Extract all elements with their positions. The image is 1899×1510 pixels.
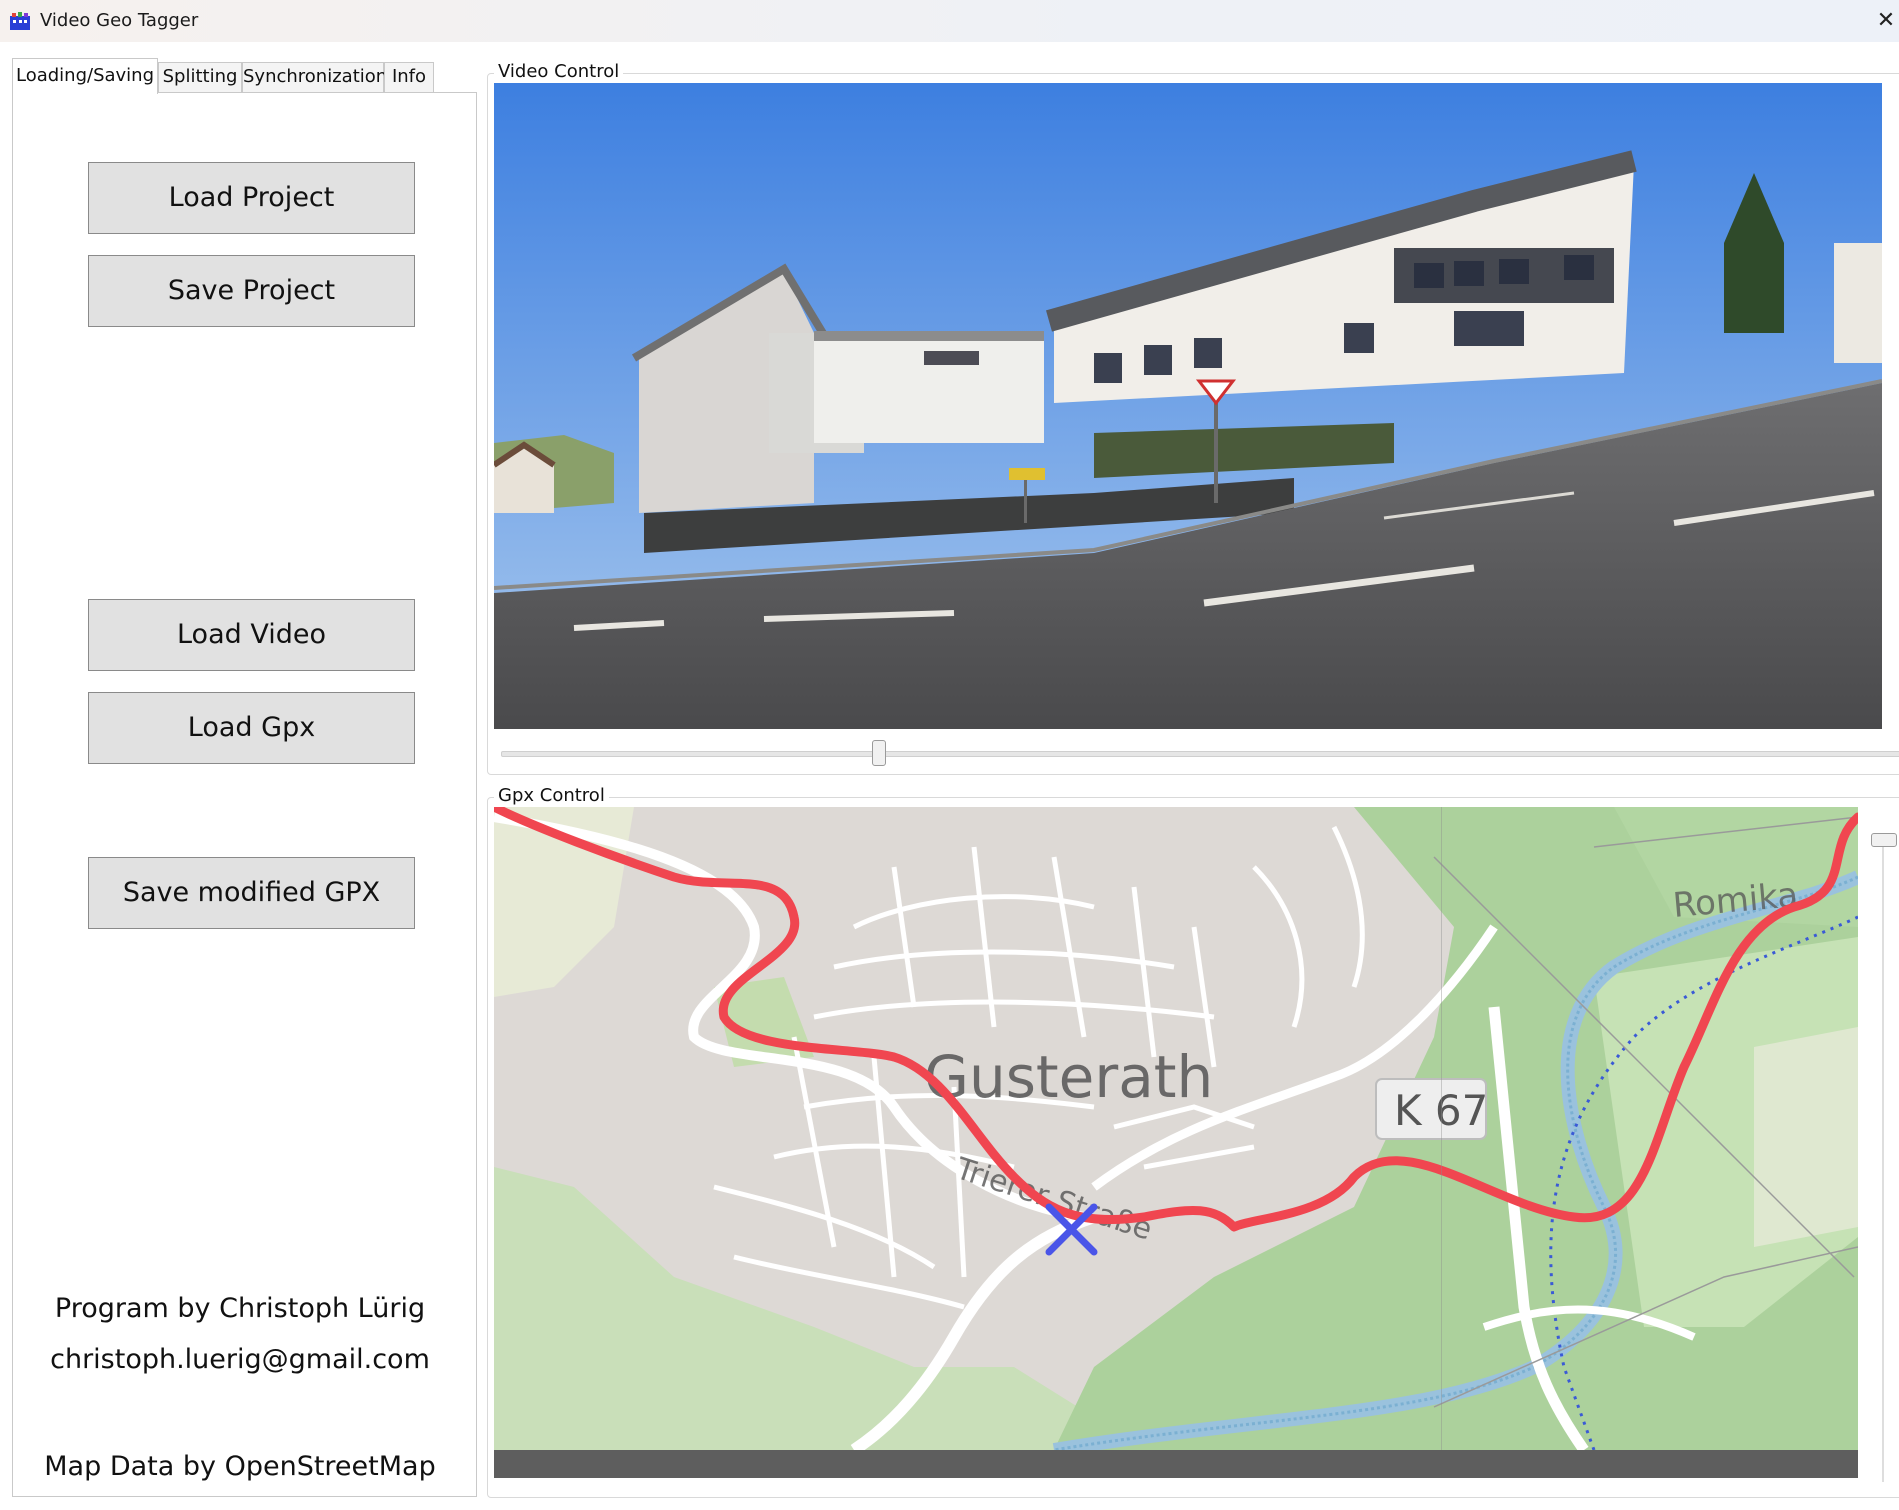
zoom-slider-track[interactable] xyxy=(1882,842,1884,1482)
tab-info[interactable]: Info xyxy=(384,62,434,92)
map-town-label: Gusterath xyxy=(924,1043,1213,1111)
app-icon xyxy=(10,12,30,30)
video-slider-thumb[interactable] xyxy=(872,740,886,766)
video-position-slider[interactable] xyxy=(501,751,1899,757)
window-title: Video Geo Tagger xyxy=(40,10,199,31)
load-gpx-button[interactable]: Load Gpx xyxy=(88,692,415,764)
load-project-button[interactable]: Load Project xyxy=(88,162,415,234)
map-bottom-bar xyxy=(494,1450,1858,1478)
map-data-credit: Map Data by OpenStreetMap xyxy=(44,1451,436,1482)
video-control-label: Video Control xyxy=(494,61,624,82)
author-email: christoph.luerig@gmail.com xyxy=(50,1344,430,1375)
close-icon[interactable]: ✕ xyxy=(1873,0,1899,42)
gpx-control-label: Gpx Control xyxy=(494,785,609,806)
load-video-button[interactable]: Load Video xyxy=(88,599,415,671)
tab-loading-saving[interactable]: Loading/Saving xyxy=(12,58,158,94)
gpx-map[interactable]: Gusterath Trierer Straße K 67 Romika xyxy=(494,807,1858,1450)
save-modified-gpx-button[interactable]: Save modified GPX xyxy=(88,857,415,929)
video-scene xyxy=(494,83,1882,729)
tab-synchronization[interactable]: Synchronization xyxy=(242,62,387,92)
tab-splitting[interactable]: Splitting xyxy=(158,62,242,92)
loading-saving-panel: Load Project Save Project Load Video Loa… xyxy=(12,92,477,1497)
zoom-slider-thumb[interactable] xyxy=(1871,833,1897,847)
title-bar: Video Geo Tagger ✕ xyxy=(0,0,1899,42)
video-frame xyxy=(494,83,1882,729)
save-project-button[interactable]: Save Project xyxy=(88,255,415,327)
map-canvas[interactable]: Gusterath Trierer Straße K 67 Romika xyxy=(494,807,1858,1450)
author-credit: Program by Christoph Lürig xyxy=(54,1293,426,1324)
